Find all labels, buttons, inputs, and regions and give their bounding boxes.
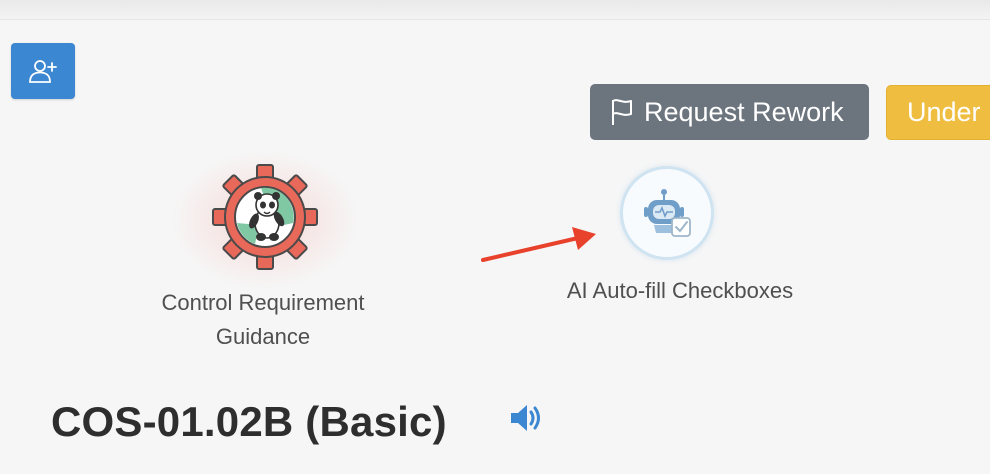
assign-user-button[interactable] bbox=[11, 43, 75, 99]
speaker-icon bbox=[511, 405, 540, 431]
control-title: COS-01.02B (Basic) bbox=[51, 398, 447, 445]
robot-icon bbox=[644, 189, 691, 237]
read-aloud-button[interactable] bbox=[508, 401, 544, 435]
autofill-tool-button[interactable] bbox=[620, 166, 714, 260]
arrow-icon bbox=[481, 227, 596, 262]
flag-icon bbox=[612, 99, 632, 125]
request-rework-label: Request Rework bbox=[644, 96, 844, 127]
status-label: Under bbox=[907, 97, 981, 127]
guidance-tool-button[interactable] bbox=[183, 153, 347, 281]
request-rework-button[interactable]: Request Rework bbox=[590, 84, 869, 140]
page: Request Rework Under Control Requirement… bbox=[0, 0, 990, 474]
gear-icon bbox=[212, 164, 318, 270]
guidance-label: Control Requirement Guidance bbox=[161, 290, 365, 349]
autofill-label: AI Auto-fill Checkboxes bbox=[566, 278, 794, 303]
add-user-icon bbox=[29, 60, 57, 83]
status-button[interactable]: Under bbox=[886, 85, 990, 140]
top-bar bbox=[0, 0, 990, 20]
